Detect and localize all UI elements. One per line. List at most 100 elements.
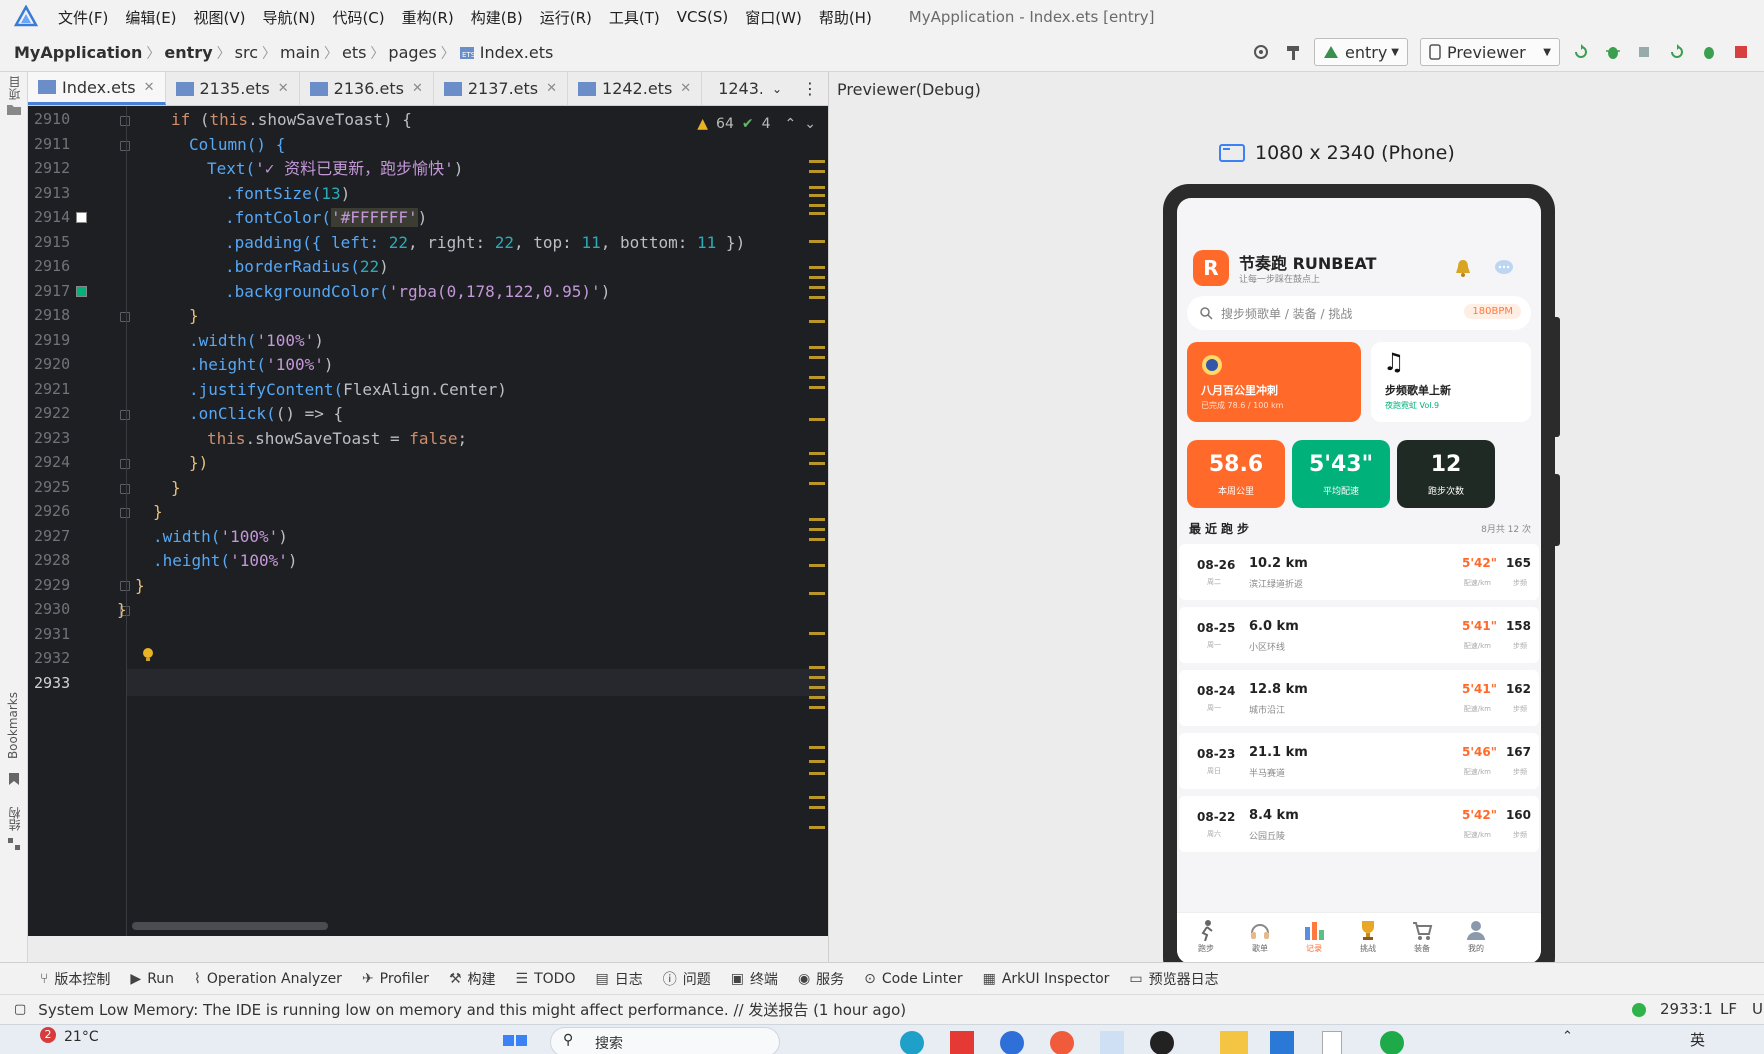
rerun-icon[interactable]: [1570, 41, 1592, 63]
line-separator[interactable]: LF: [1720, 1000, 1737, 1018]
color-swatch-green[interactable]: [76, 286, 87, 297]
code-editor[interactable]: 2909 2910 2911 2912 2913 2914 2915 2916 …: [28, 106, 828, 936]
run-item[interactable]: 08-24 周一 12.8 km 城市沿江 5'41" 配速/km 162 步频: [1179, 670, 1539, 726]
crumb-module[interactable]: entry: [164, 43, 212, 62]
chevron-up-icon[interactable]: ⌃: [1562, 1029, 1573, 1044]
project-panel-label[interactable]: 项目: [6, 76, 23, 100]
stat-weekly-km[interactable]: 58.6 本周公里: [1187, 440, 1285, 508]
run-item[interactable]: 08-25 周一 6.0 km 小区环线 5'41" 配速/km 158 步频: [1179, 607, 1539, 663]
crumb-file[interactable]: Index.ets: [480, 43, 554, 62]
run-item[interactable]: 08-26 周二 10.2 km 滨江绿道折返 5'42" 配速/km 165 …: [1179, 544, 1539, 600]
app-icon[interactable]: [1000, 1031, 1024, 1054]
nav-me[interactable]: 我的: [1451, 917, 1501, 954]
crumb-ets[interactable]: ets: [342, 43, 366, 62]
menu-window[interactable]: 窗口(W): [745, 7, 802, 28]
vscode-icon[interactable]: [1270, 1031, 1294, 1054]
stat-avg-pace[interactable]: 5'43" 平均配速: [1292, 440, 1390, 508]
file-encoding[interactable]: U: [1752, 1000, 1763, 1018]
structure-panel-label[interactable]: 结构: [6, 807, 23, 831]
tool-build[interactable]: ⚒ 构建: [449, 969, 496, 989]
tab-index[interactable]: Index.ets ✕: [28, 72, 166, 105]
tool-operation-analyzer[interactable]: ⌇ Operation Analyzer: [194, 971, 342, 987]
tool-run[interactable]: ▶ Run: [130, 971, 174, 987]
folder-icon[interactable]: [6, 102, 22, 116]
close-icon[interactable]: ✕: [278, 81, 289, 96]
device-resolution[interactable]: 1080 x 2340 (Phone): [1219, 142, 1455, 164]
menu-navigate[interactable]: 导航(N): [263, 7, 316, 28]
crumb-pages[interactable]: pages: [388, 43, 436, 62]
windows-start-icon[interactable]: [502, 1029, 528, 1054]
bookmarks-panel-label[interactable]: Bookmarks: [6, 692, 20, 759]
more-icon[interactable]: ⋮: [792, 72, 828, 105]
menu-file[interactable]: 文件(F): [58, 7, 108, 28]
run-item[interactable]: 08-22 周六 8.4 km 公园丘陵 5'42" 配速/km 160 步频: [1179, 796, 1539, 852]
crumb-main[interactable]: main: [280, 43, 320, 62]
menu-code[interactable]: 代码(C): [332, 7, 384, 28]
menu-build[interactable]: 构建(B): [471, 7, 523, 28]
tool-todo[interactable]: ☰ TODO: [516, 971, 576, 987]
attach-icon[interactable]: [1634, 41, 1656, 63]
profile-bug-icon[interactable]: [1698, 41, 1720, 63]
document-icon[interactable]: [1322, 1031, 1342, 1054]
edge-icon[interactable]: [900, 1031, 924, 1054]
menu-edit[interactable]: 编辑(E): [125, 7, 176, 28]
tool-previewer-log[interactable]: ▭ 预览器日志: [1129, 969, 1218, 989]
tab-2137[interactable]: 2137.ets ✕: [434, 72, 569, 105]
phone-screen[interactable]: R 节奏跑 RUNBEAT 让每一步踩在鼓点上 搜步频歌单 / 装备 / 挑战 …: [1177, 198, 1541, 964]
bell-icon[interactable]: [1453, 258, 1473, 278]
tab-2135[interactable]: 2135.ets ✕: [166, 72, 300, 105]
close-icon[interactable]: ✕: [144, 80, 155, 95]
tab-1243[interactable]: 1243.ets: [702, 72, 762, 105]
inspection-widget[interactable]: ▲ 64 ✔ 4 ⌃ ⌄: [697, 116, 816, 132]
close-icon[interactable]: ✕: [546, 81, 557, 96]
tool-services[interactable]: ◉ 服务: [798, 969, 844, 989]
hammer-icon[interactable]: [1282, 41, 1304, 63]
stat-run-count[interactable]: 12 跑步次数: [1397, 440, 1495, 508]
tool-problems[interactable]: ⓘ 问题: [663, 969, 711, 989]
crumb-src[interactable]: src: [235, 43, 258, 62]
stop-icon[interactable]: [1730, 41, 1752, 63]
target-icon[interactable]: [1250, 41, 1272, 63]
tool-terminal[interactable]: ▣ 终端: [731, 969, 778, 989]
chevron-down-icon[interactable]: ⌄: [804, 116, 816, 132]
menu-vcs[interactable]: VCS(S): [677, 8, 728, 26]
structure-icon[interactable]: [7, 837, 21, 851]
close-icon[interactable]: ✕: [412, 81, 423, 96]
nav-playlist[interactable]: 歌单: [1235, 917, 1285, 954]
crumb-project[interactable]: MyApplication: [14, 43, 142, 62]
code-area[interactable]: if (this.showSaveToast) { Column() { Tex…: [117, 106, 816, 936]
file-explorer-icon[interactable]: [1220, 1031, 1248, 1054]
device-select[interactable]: Previewer ▼: [1420, 38, 1560, 66]
taskbar-search[interactable]: ⚲ 搜索: [550, 1027, 780, 1054]
chevron-up-icon[interactable]: ⌃: [785, 116, 797, 132]
caret-position[interactable]: 2933:1: [1660, 1000, 1713, 1018]
nav-records[interactable]: 记录: [1289, 917, 1339, 954]
menu-help[interactable]: 帮助(H): [819, 7, 872, 28]
qq-icon[interactable]: [1150, 1031, 1174, 1054]
message-icon[interactable]: [1493, 258, 1515, 278]
debug-bug-icon[interactable]: [1602, 41, 1624, 63]
tab-list-chevron-icon[interactable]: ⌄: [762, 72, 792, 105]
banner-playlist[interactable]: ♫ 步频歌单上新 夜跑霓虹 Vol.9: [1371, 342, 1531, 422]
wps-icon[interactable]: [950, 1031, 974, 1054]
lightbulb-icon[interactable]: [141, 646, 155, 664]
menu-tools[interactable]: 工具(T): [609, 7, 660, 28]
app-icon[interactable]: [1380, 1031, 1404, 1054]
tool-version-control[interactable]: ⑂ 版本控制: [40, 969, 110, 989]
status-message[interactable]: System Low Memory: The IDE is running lo…: [38, 999, 906, 1020]
app-search-bar[interactable]: 搜步频歌单 / 装备 / 挑战 180BPM: [1187, 296, 1531, 330]
tool-code-linter[interactable]: ⊙ Code Linter: [864, 971, 962, 987]
ime-indicator[interactable]: 英: [1690, 1029, 1705, 1050]
module-select[interactable]: entry ▼: [1314, 38, 1408, 66]
nav-run[interactable]: 跑步: [1181, 917, 1231, 954]
horizontal-scrollbar[interactable]: [132, 922, 328, 930]
menu-view[interactable]: 视图(V): [194, 7, 246, 28]
menu-refactor[interactable]: 重构(R): [402, 7, 454, 28]
window-toggle-icon[interactable]: ▢: [14, 1002, 26, 1017]
tab-1242[interactable]: 1242.ets ✕: [568, 72, 703, 105]
app-icon[interactable]: [1050, 1031, 1074, 1054]
tab-2136[interactable]: 2136.ets ✕: [300, 72, 434, 105]
banner-challenge[interactable]: 八月百公里冲刺 已完成 78.6 / 100 km: [1187, 342, 1361, 422]
menu-run[interactable]: 运行(R): [540, 7, 592, 28]
tool-log[interactable]: ▤ 日志: [595, 969, 642, 989]
